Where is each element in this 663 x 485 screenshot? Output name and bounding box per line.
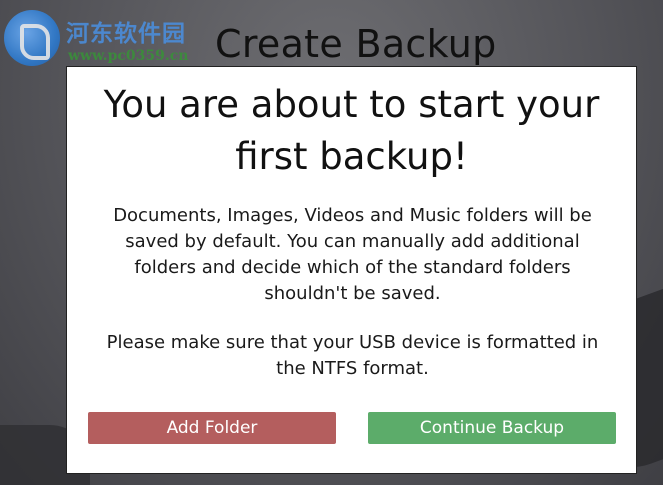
info-line: saved by default. You can manually add a…	[125, 231, 580, 252]
page-title: Create Backup	[215, 22, 497, 66]
dialog-heading-line: You are about to start your	[103, 83, 600, 126]
continue-backup-button[interactable]: Continue Backup	[368, 412, 616, 444]
usb-format-notice: Please make sure that your USB device is…	[87, 330, 618, 382]
add-folder-button[interactable]: Add Folder	[88, 412, 336, 444]
notice-line: Please make sure that your USB device is…	[106, 332, 599, 353]
backup-dialog: You are about to start your first backup…	[66, 66, 637, 474]
info-line: folders and decide which of the standard…	[134, 257, 571, 278]
dialog-heading: You are about to start your first backup…	[67, 79, 636, 183]
watermark-logo-icon	[4, 10, 60, 66]
watermark-url: www.pc0359.cn	[68, 48, 189, 64]
dialog-heading-line: first backup!	[235, 135, 468, 178]
info-line: Documents, Images, Videos and Music fold…	[113, 205, 592, 226]
watermark: 河东软件园 www.pc0359.cn	[4, 8, 219, 68]
watermark-name: 河东软件园	[66, 20, 186, 47]
default-folders-info: Documents, Images, Videos and Music fold…	[87, 203, 618, 307]
notice-line: the NTFS format.	[276, 358, 429, 379]
info-line: shouldn't be saved.	[264, 283, 441, 304]
